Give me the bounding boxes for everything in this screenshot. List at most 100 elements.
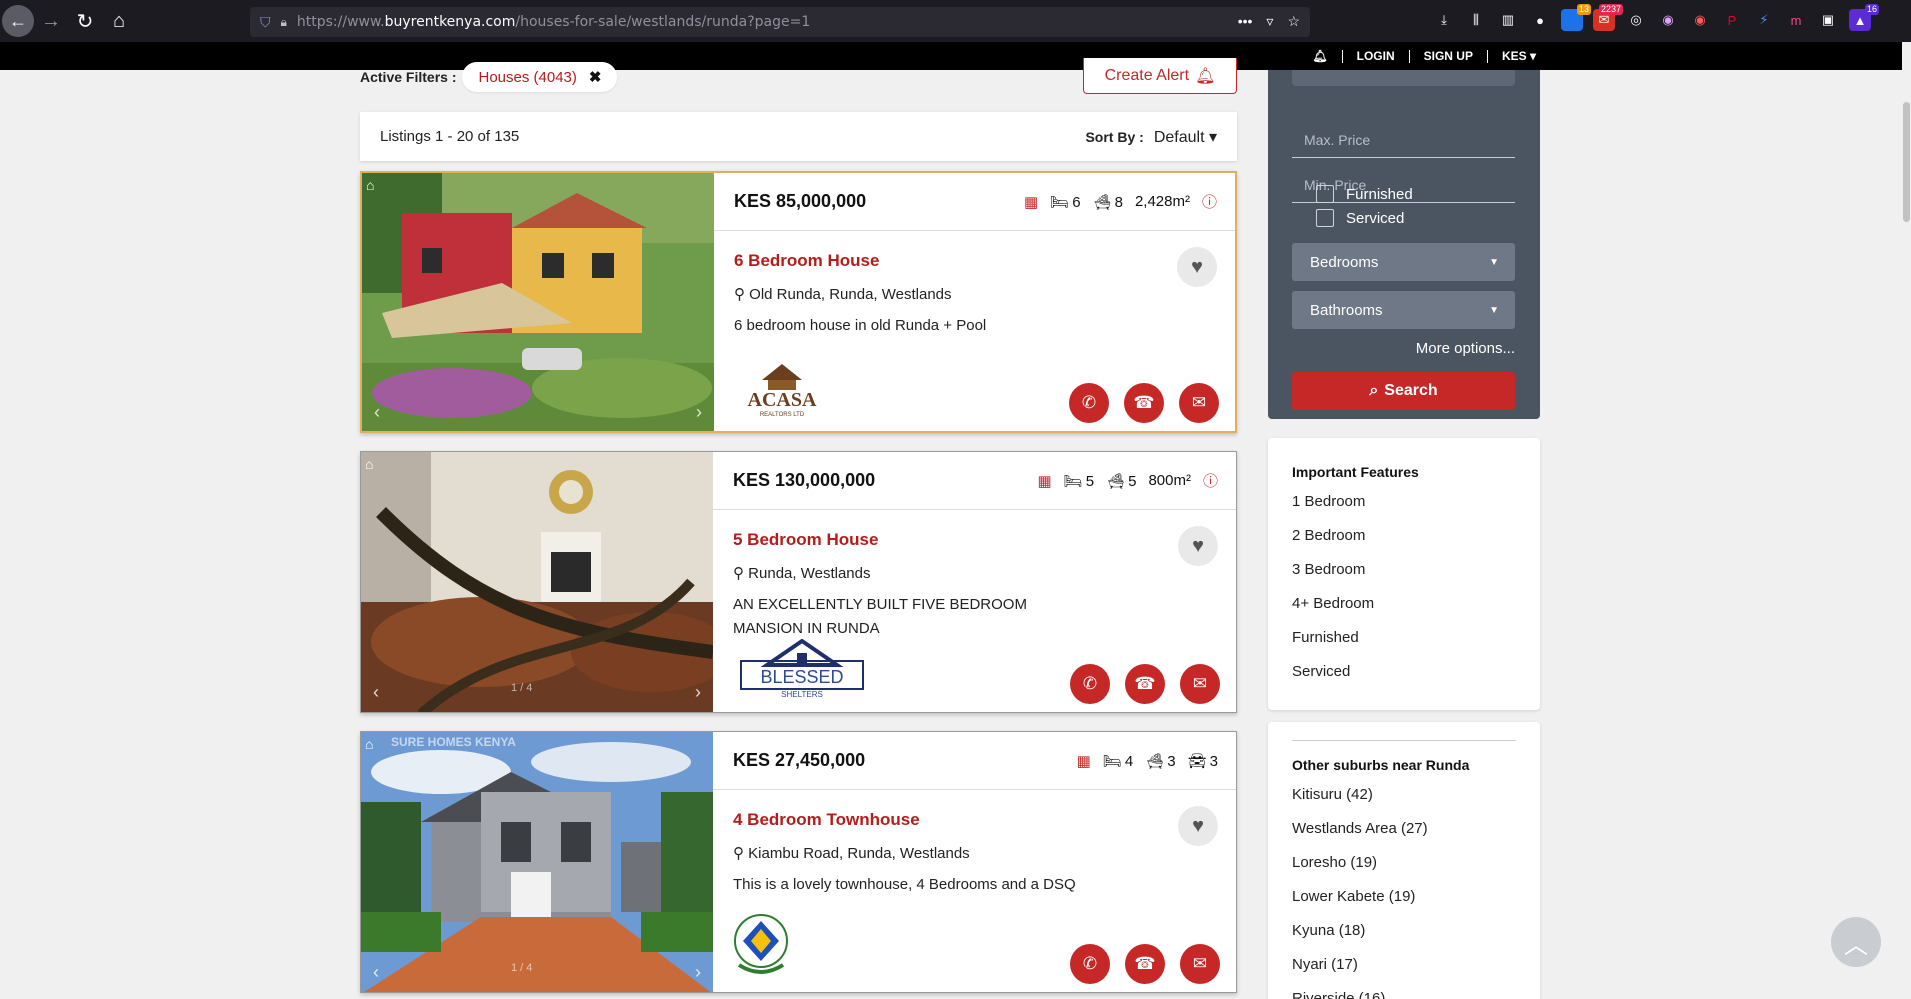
- download-icon[interactable]: ⤓: [1433, 9, 1455, 31]
- info-icon[interactable]: ⓘ: [1202, 191, 1217, 212]
- bell-icon[interactable]: 🔔︎: [1312, 49, 1327, 63]
- suburb-link[interactable]: Nyari (17): [1292, 953, 1516, 987]
- chevron-up-icon[interactable]: ︿: [1831, 917, 1881, 967]
- listing-title[interactable]: 6 Bedroom House: [734, 251, 879, 271]
- heart-icon[interactable]: ♥: [1177, 247, 1217, 287]
- serviced-checkbox[interactable]: Serviced: [1316, 209, 1404, 227]
- price-field-partial[interactable]: [1292, 70, 1515, 86]
- calculator-icon[interactable]: ▦: [1077, 752, 1091, 770]
- mail-icon[interactable]: ✉: [1180, 664, 1220, 704]
- listing-card[interactable]: ⌂ ‹ › 1 / 4 KES 130,000,000 ▦ 🛏︎ 5 🛁︎ 5 80…: [360, 451, 1237, 713]
- max-price-input[interactable]: Max. Price: [1292, 114, 1515, 158]
- listing-title[interactable]: 4 Bedroom Townhouse: [733, 810, 920, 830]
- search-icon: ⌕: [1369, 382, 1379, 399]
- sort-control[interactable]: Sort By : Default ▾: [1085, 127, 1217, 147]
- mail-extension-icon[interactable]: ✉ 2237: [1593, 4, 1623, 31]
- search-button[interactable]: ⌕ Search: [1292, 372, 1515, 410]
- back-icon[interactable]: ←: [2, 5, 34, 37]
- features-title: Important Features: [1292, 464, 1419, 480]
- bed-count: 4: [1124, 752, 1134, 770]
- sidebar-icon[interactable]: ▥: [1497, 9, 1519, 31]
- agency-logo[interactable]: ACASA REALTORS LTD: [742, 362, 822, 423]
- heart-icon[interactable]: ♥: [1178, 806, 1218, 846]
- listing-photo[interactable]: ⌂ ‹ ›: [362, 173, 714, 431]
- bedrooms-select[interactable]: Bedrooms ▼: [1292, 243, 1515, 281]
- home-icon: ⌂: [365, 736, 374, 752]
- extension-icon[interactable]: ◉: [1657, 9, 1679, 31]
- more-options-link[interactable]: More options...: [1416, 340, 1515, 357]
- heart-icon[interactable]: ♥: [1178, 526, 1218, 566]
- suburb-link[interactable]: Kyuna (18): [1292, 919, 1516, 953]
- lock-icon[interactable]: 🔒︎: [281, 15, 287, 30]
- extension-icon[interactable]: ◎: [1625, 9, 1647, 31]
- info-icon[interactable]: ⓘ: [1203, 470, 1218, 491]
- extension-icon[interactable]: ⚡︎: [1753, 9, 1775, 31]
- suburb-link[interactable]: Lower Kabete (19): [1292, 885, 1516, 919]
- page-actions-icon[interactable]: •••: [1238, 13, 1253, 30]
- listing-location: Kiambu Road, Runda, Westlands: [748, 845, 970, 862]
- library-icon[interactable]: ⫼: [1465, 9, 1487, 31]
- svg-text:BLESSED: BLESSED: [760, 667, 843, 687]
- login-link[interactable]: LOGIN: [1357, 49, 1395, 63]
- bookmark-star-icon[interactable]: ☆: [1287, 13, 1300, 30]
- feature-link[interactable]: 1 Bedroom: [1292, 490, 1516, 524]
- map-pin-icon: ⚲: [733, 845, 744, 862]
- home-icon[interactable]: ⌂: [102, 4, 136, 38]
- listing-card[interactable]: ⌂ ‹ › KES 85,000,000 ▦ 🛏︎ 6 🛁︎ 8 2,428m² ⓘ…: [360, 171, 1237, 433]
- account-icon[interactable]: ●: [1529, 9, 1551, 31]
- chevron-right-icon[interactable]: ›: [695, 682, 701, 703]
- address-bar[interactable]: ⛉ 🔒︎ https://www.buyrentkenya.com/houses…: [250, 7, 1310, 37]
- bath-count: 5: [1128, 472, 1137, 490]
- forward-icon[interactable]: →: [34, 4, 68, 38]
- feature-link[interactable]: 2 Bedroom: [1292, 524, 1516, 558]
- bathrooms-select[interactable]: Bathrooms ▼: [1292, 291, 1515, 329]
- sort-dropdown[interactable]: Default ▾: [1154, 127, 1217, 147]
- agency-logo[interactable]: BLESSED SHELTERS: [739, 638, 865, 704]
- create-alert-button[interactable]: Create Alert 🔔︎: [1083, 58, 1237, 94]
- extension-icon[interactable]: ▣: [1817, 9, 1839, 31]
- shield-icon[interactable]: ⛉: [260, 14, 271, 31]
- mail-icon[interactable]: ✉: [1180, 944, 1220, 984]
- suburb-link[interactable]: Kitisuru (42): [1292, 783, 1516, 817]
- listing-photo[interactable]: ⌂ ‹ › 1 / 4: [361, 452, 713, 712]
- calculator-icon[interactable]: ▦: [1024, 193, 1038, 211]
- feature-link[interactable]: Serviced: [1292, 660, 1516, 694]
- phone-icon[interactable]: ☎: [1125, 944, 1165, 984]
- calculator-icon[interactable]: ▦: [1037, 472, 1051, 490]
- agency-logo[interactable]: [733, 913, 789, 984]
- whatsapp-icon[interactable]: ✆: [1070, 944, 1110, 984]
- listing-photo[interactable]: ⌂ SURE HOMES KENYA ‹ › 1 / 4: [361, 732, 713, 992]
- page-scrollbar[interactable]: [1902, 42, 1911, 999]
- currency-dropdown[interactable]: KES ▾: [1502, 49, 1536, 63]
- suburb-link[interactable]: Riverside (16): [1292, 987, 1516, 999]
- chevron-left-icon[interactable]: ‹: [374, 402, 380, 423]
- extension-icon[interactable]: 13: [1561, 4, 1591, 31]
- pinterest-icon[interactable]: P: [1721, 9, 1743, 31]
- phone-icon[interactable]: ☎: [1125, 664, 1165, 704]
- chevron-right-icon[interactable]: ›: [696, 402, 702, 423]
- close-icon[interactable]: ✖: [589, 68, 602, 86]
- whatsapp-icon[interactable]: ✆: [1069, 383, 1109, 423]
- signup-link[interactable]: SIGN UP: [1424, 49, 1473, 63]
- listing-card[interactable]: ⌂ SURE HOMES KENYA ‹ › 1 / 4 KES 27,450,…: [360, 731, 1237, 993]
- feature-link[interactable]: Furnished: [1292, 626, 1516, 660]
- pocket-icon[interactable]: ▿: [1266, 13, 1273, 30]
- suburb-link[interactable]: Loresho (19): [1292, 851, 1516, 885]
- extension-icon[interactable]: ▲ 16: [1849, 4, 1879, 31]
- feature-link[interactable]: 4+ Bedroom: [1292, 592, 1516, 626]
- chevron-right-icon[interactable]: ›: [695, 962, 701, 983]
- whatsapp-icon[interactable]: ✆: [1070, 664, 1110, 704]
- reload-icon[interactable]: ↻: [68, 4, 102, 38]
- listing-title[interactable]: 5 Bedroom House: [733, 530, 878, 550]
- extension-icon[interactable]: m: [1785, 9, 1807, 31]
- chevron-left-icon[interactable]: ‹: [373, 962, 379, 983]
- chevron-left-icon[interactable]: ‹: [373, 682, 379, 703]
- feature-link[interactable]: 3 Bedroom: [1292, 558, 1516, 592]
- phone-icon[interactable]: ☎: [1124, 383, 1164, 423]
- extension-icon[interactable]: ◉: [1689, 9, 1711, 31]
- mail-icon[interactable]: ✉: [1179, 383, 1219, 423]
- filter-chip[interactable]: Houses (4043) ✖: [462, 62, 618, 92]
- furnished-checkbox[interactable]: Furnished: [1316, 185, 1413, 203]
- url-text[interactable]: https://www.buyrentkenya.com/houses-for-…: [297, 14, 810, 30]
- suburb-link[interactable]: Westlands Area (27): [1292, 817, 1516, 851]
